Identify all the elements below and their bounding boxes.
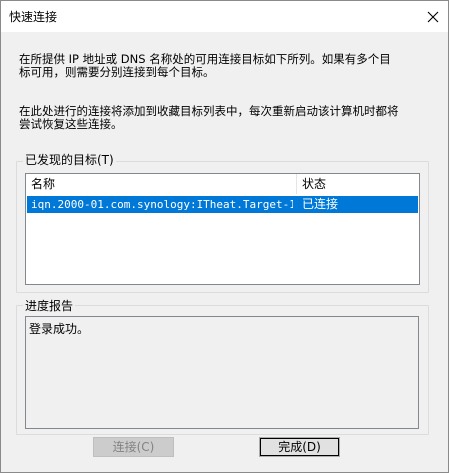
target-status: 已连接 bbox=[302, 197, 339, 211]
progress-message: 登录成功。 bbox=[29, 322, 90, 336]
intro-paragraph-2: 在此处进行的连接将添加到收藏目标列表中，每次重新启动该计算机时都将 尝试恢复这些… bbox=[19, 105, 431, 131]
close-button[interactable] bbox=[418, 1, 448, 32]
progress-group-label: 进度报告 bbox=[23, 297, 76, 314]
connect-button[interactable]: 连接(C) bbox=[93, 437, 174, 457]
done-button[interactable]: 完成(D) bbox=[259, 437, 340, 457]
target-row[interactable]: iqn.2000-01.com.synology:ITheat.Target-1… bbox=[27, 196, 418, 213]
targets-group-label: 已发现的目标(T) bbox=[23, 151, 116, 168]
title-bar: 快速连接 bbox=[1, 1, 448, 32]
close-icon bbox=[427, 11, 439, 22]
column-header-name[interactable]: 名称 bbox=[26, 174, 296, 194]
quick-connect-dialog: 快速连接 在所提供 IP 地址或 DNS 名称处的可用连接目标如下所列。如果有多… bbox=[0, 0, 449, 473]
target-name: iqn.2000-01.com.synology:ITheat.Target-1… bbox=[31, 198, 293, 211]
window-title: 快速连接 bbox=[9, 10, 58, 24]
column-header-status[interactable]: 状态 bbox=[297, 174, 417, 194]
progress-report-box: 登录成功。 bbox=[25, 316, 419, 429]
targets-list[interactable]: 名称 状态 iqn.2000-01.com.synology:ITheat.Ta… bbox=[25, 173, 420, 285]
list-header: 名称 状态 bbox=[26, 174, 419, 194]
intro-line: 尝试恢复这些连接。 bbox=[19, 117, 123, 131]
intro-line: 标可用，则需要分别连接到每个目标。 bbox=[19, 65, 215, 79]
intro-paragraph-1: 在所提供 IP 地址或 DNS 名称处的可用连接目标如下所列。如果有多个目 标可… bbox=[19, 53, 431, 79]
